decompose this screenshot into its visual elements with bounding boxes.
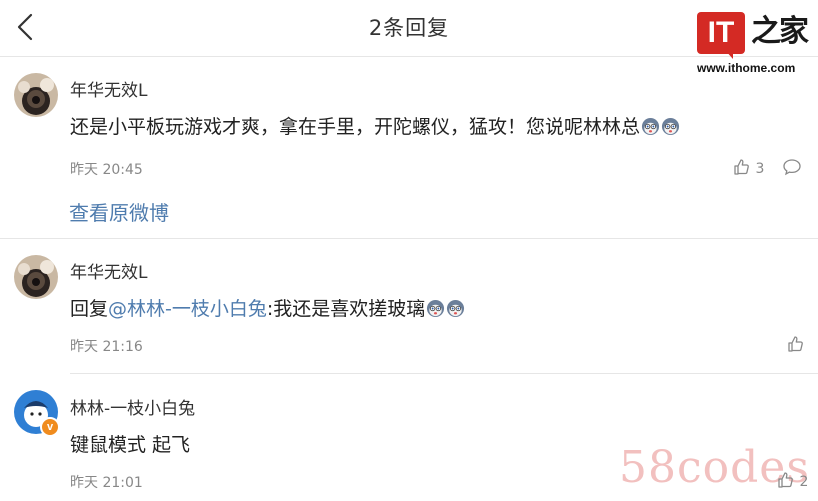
comment-button[interactable]: [782, 157, 802, 181]
comment-username[interactable]: 年华无效L: [70, 76, 147, 101]
like-button[interactable]: [787, 335, 805, 354]
view-original-weibo-link[interactable]: 查看原微博: [69, 197, 169, 226]
comment-text: 回复@林林-一枝小白兔:我还是喜欢搓玻璃: [70, 294, 465, 321]
like-button[interactable]: 2: [777, 471, 808, 490]
thumbs-up-icon: [734, 159, 749, 175]
comment-time: 昨天 20:45: [70, 162, 143, 178]
avatar[interactable]: [14, 73, 58, 117]
husky-emoji-icon: [447, 299, 465, 318]
reply-prefix: 回复: [70, 298, 109, 320]
husky-emoji-icon: [661, 117, 680, 136]
logo-tail: [725, 50, 733, 59]
dog-avatar-icon: [14, 255, 58, 299]
verified-badge: v: [40, 417, 60, 437]
logo-it-mark: IT: [697, 12, 745, 54]
comment-text: 键鼠模式 起飞: [70, 434, 191, 456]
like-count: 2: [799, 474, 809, 490]
comment-text-content: 还是小平板玩游戏才爽，拿在手里，开陀螺仪，猛攻！您说呢林林总: [70, 116, 641, 138]
comment-username[interactable]: 林林-一枝小白兔: [70, 394, 195, 419]
comment-username[interactable]: 年华无效L: [70, 258, 147, 283]
comment-text-content: :我还是喜欢搓玻璃: [266, 298, 426, 320]
dog-avatar-icon: [14, 73, 58, 117]
husky-emoji-icon: [641, 117, 660, 136]
thumbs-up-icon: [788, 336, 803, 352]
logo-url: www.ithome.com: [697, 61, 796, 75]
mention-link[interactable]: @林林-一枝小白兔: [108, 298, 267, 320]
section-divider: [0, 238, 818, 239]
comment-time: 昨天 21:01: [70, 475, 143, 491]
ithome-logo: IT 之家 www.ithome.com: [693, 10, 811, 80]
comment-bubble-icon: [783, 159, 801, 176]
comment-text: 还是小平板玩游戏才爽，拿在手里，开陀螺仪，猛攻！您说呢林林总: [70, 112, 680, 139]
husky-emoji-icon: [427, 299, 445, 318]
avatar[interactable]: [14, 255, 58, 299]
thumbs-up-icon: [778, 472, 793, 488]
like-count: 3: [755, 161, 765, 177]
comment-divider: [70, 373, 818, 374]
logo-home-text: 之家: [751, 14, 809, 49]
like-button[interactable]: 3: [733, 158, 764, 177]
comment-time: 昨天 21:16: [70, 339, 143, 355]
